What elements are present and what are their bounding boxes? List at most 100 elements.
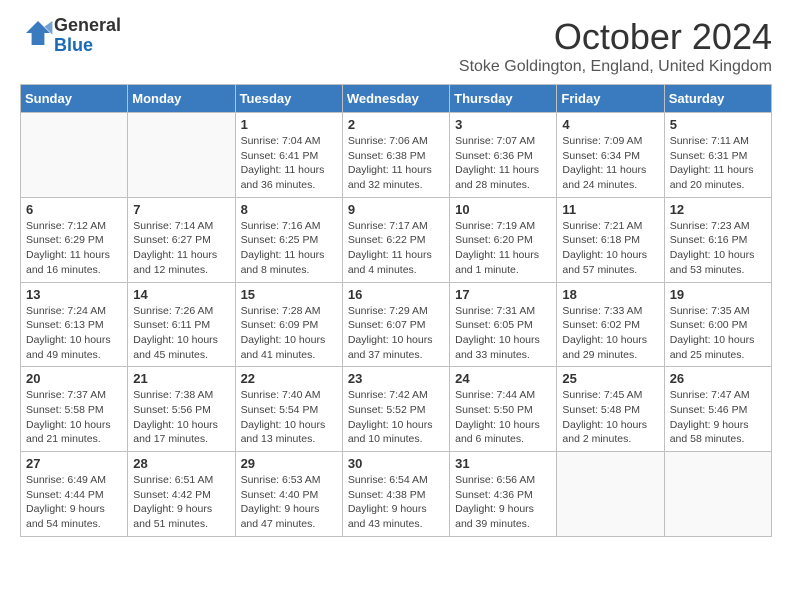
calendar-week-row: 20Sunrise: 7:37 AM Sunset: 5:58 PM Dayli… bbox=[21, 367, 772, 452]
day-of-week-header: Sunday bbox=[21, 85, 128, 113]
calendar-cell: 2Sunrise: 7:06 AM Sunset: 6:38 PM Daylig… bbox=[342, 113, 449, 198]
calendar-cell: 21 Sunrise: 7:38 AM Sunset: 5:56 PM Dayli… bbox=[128, 367, 235, 452]
day-number: 23 bbox=[348, 371, 444, 386]
day-of-week-header: Tuesday bbox=[235, 85, 342, 113]
calendar-week-row: 13 Sunrise: 7:24 AM Sunset: 6:13 PM Dayli… bbox=[21, 282, 772, 367]
day-number: 8 bbox=[241, 202, 337, 217]
day-info: Sunrise: 7:28 AM Sunset: 6:09 PM Dayligh… bbox=[241, 304, 337, 363]
calendar-cell bbox=[128, 113, 235, 198]
day-info: Sunrise: 7:17 AM Sunset: 6:22 PM Dayligh… bbox=[348, 219, 444, 278]
day-number: 1 bbox=[241, 117, 337, 132]
calendar-cell: 6Sunrise: 7:12 AM Sunset: 6:29 PM Daylig… bbox=[21, 197, 128, 282]
calendar-cell: 7 Sunrise: 7:14 AM Sunset: 6:27 PM Daylig… bbox=[128, 197, 235, 282]
calendar-cell: 25Sunrise: 7:45 AM Sunset: 5:48 PM Dayli… bbox=[557, 367, 664, 452]
day-number: 4 bbox=[562, 117, 658, 132]
day-info: Sunrise: 7:35 AM Sunset: 6:00 PM Dayligh… bbox=[670, 304, 766, 363]
day-number: 27 bbox=[26, 456, 122, 471]
day-info: Sunrise: 7:29 AM Sunset: 6:07 PM Dayligh… bbox=[348, 304, 444, 363]
day-info: Sunrise: 7:40 AM Sunset: 5:54 PM Dayligh… bbox=[241, 388, 337, 447]
day-number: 5 bbox=[670, 117, 766, 132]
day-info: Sunrise: 7:04 AM Sunset: 6:41 PM Dayligh… bbox=[241, 134, 337, 193]
day-number: 29 bbox=[241, 456, 337, 471]
day-number: 22 bbox=[241, 371, 337, 386]
logo-blue-text: Blue bbox=[54, 35, 93, 55]
day-info: Sunrise: 7:07 AM Sunset: 6:36 PM Dayligh… bbox=[455, 134, 551, 193]
calendar-cell: 5Sunrise: 7:11 AM Sunset: 6:31 PM Daylig… bbox=[664, 113, 771, 198]
calendar-cell bbox=[664, 452, 771, 537]
calendar-cell: 11Sunrise: 7:21 AM Sunset: 6:18 PM Dayli… bbox=[557, 197, 664, 282]
day-info: Sunrise: 6:49 AM Sunset: 4:44 PM Dayligh… bbox=[26, 473, 122, 532]
day-info: Sunrise: 7:31 AM Sunset: 6:05 PM Dayligh… bbox=[455, 304, 551, 363]
day-info: Sunrise: 6:54 AM Sunset: 4:38 PM Dayligh… bbox=[348, 473, 444, 532]
day-info: Sunrise: 6:51 AM Sunset: 4:42 PM Dayligh… bbox=[133, 473, 229, 532]
day-info: Sunrise: 7:33 AM Sunset: 6:02 PM Dayligh… bbox=[562, 304, 658, 363]
calendar-cell: 4 Sunrise: 7:09 AM Sunset: 6:34 PM Daylig… bbox=[557, 113, 664, 198]
day-number: 15 bbox=[241, 287, 337, 302]
calendar-cell: 31 Sunrise: 6:56 AM Sunset: 4:36 PM Dayli… bbox=[450, 452, 557, 537]
calendar-cell: 13 Sunrise: 7:24 AM Sunset: 6:13 PM Dayli… bbox=[21, 282, 128, 367]
calendar-cell: 14 Sunrise: 7:26 AM Sunset: 6:11 PM Dayli… bbox=[128, 282, 235, 367]
logo-icon bbox=[22, 17, 54, 49]
day-of-week-header: Saturday bbox=[664, 85, 771, 113]
calendar-cell: 3 Sunrise: 7:07 AM Sunset: 6:36 PM Daylig… bbox=[450, 113, 557, 198]
day-number: 10 bbox=[455, 202, 551, 217]
calendar-table: SundayMondayTuesdayWednesdayThursdayFrid… bbox=[20, 84, 772, 537]
calendar-cell: 30 Sunrise: 6:54 AM Sunset: 4:38 PM Dayli… bbox=[342, 452, 449, 537]
day-number: 21 bbox=[133, 371, 229, 386]
calendar-cell: 9 Sunrise: 7:17 AM Sunset: 6:22 PM Daylig… bbox=[342, 197, 449, 282]
location-subtitle: Stoke Goldington, England, United Kingdo… bbox=[459, 58, 772, 76]
day-of-week-header: Wednesday bbox=[342, 85, 449, 113]
calendar-cell: 23 Sunrise: 7:42 AM Sunset: 5:52 PM Dayli… bbox=[342, 367, 449, 452]
day-info: Sunrise: 7:14 AM Sunset: 6:27 PM Dayligh… bbox=[133, 219, 229, 278]
logo-general-text: General bbox=[54, 15, 121, 35]
day-info: Sunrise: 7:45 AM Sunset: 5:48 PM Dayligh… bbox=[562, 388, 658, 447]
day-info: Sunrise: 7:12 AM Sunset: 6:29 PM Dayligh… bbox=[26, 219, 122, 278]
day-number: 31 bbox=[455, 456, 551, 471]
calendar-week-row: 1 Sunrise: 7:04 AM Sunset: 6:41 PM Daylig… bbox=[21, 113, 772, 198]
day-number: 9 bbox=[348, 202, 444, 217]
day-of-week-header: Monday bbox=[128, 85, 235, 113]
calendar-cell: 15 Sunrise: 7:28 AM Sunset: 6:09 PM Dayli… bbox=[235, 282, 342, 367]
day-number: 3 bbox=[455, 117, 551, 132]
day-number: 30 bbox=[348, 456, 444, 471]
day-info: Sunrise: 7:42 AM Sunset: 5:52 PM Dayligh… bbox=[348, 388, 444, 447]
calendar-cell: 8 Sunrise: 7:16 AM Sunset: 6:25 PM Daylig… bbox=[235, 197, 342, 282]
calendar-cell: 27 Sunrise: 6:49 AM Sunset: 4:44 PM Dayli… bbox=[21, 452, 128, 537]
day-info: Sunrise: 7:16 AM Sunset: 6:25 PM Dayligh… bbox=[241, 219, 337, 278]
calendar-week-row: 27 Sunrise: 6:49 AM Sunset: 4:44 PM Dayli… bbox=[21, 452, 772, 537]
day-info: Sunrise: 7:47 AM Sunset: 5:46 PM Dayligh… bbox=[670, 388, 766, 447]
day-info: Sunrise: 7:19 AM Sunset: 6:20 PM Dayligh… bbox=[455, 219, 551, 278]
day-info: Sunrise: 7:26 AM Sunset: 6:11 PM Dayligh… bbox=[133, 304, 229, 363]
day-info: Sunrise: 7:23 AM Sunset: 6:16 PM Dayligh… bbox=[670, 219, 766, 278]
calendar-week-row: 6Sunrise: 7:12 AM Sunset: 6:29 PM Daylig… bbox=[21, 197, 772, 282]
day-number: 2 bbox=[348, 117, 444, 132]
calendar-cell: 16 Sunrise: 7:29 AM Sunset: 6:07 PM Dayli… bbox=[342, 282, 449, 367]
day-info: Sunrise: 7:09 AM Sunset: 6:34 PM Dayligh… bbox=[562, 134, 658, 193]
day-number: 11 bbox=[562, 202, 658, 217]
calendar-cell: 19 Sunrise: 7:35 AM Sunset: 6:00 PM Dayli… bbox=[664, 282, 771, 367]
day-info: Sunrise: 7:24 AM Sunset: 6:13 PM Dayligh… bbox=[26, 304, 122, 363]
day-info: Sunrise: 6:56 AM Sunset: 4:36 PM Dayligh… bbox=[455, 473, 551, 532]
day-number: 16 bbox=[348, 287, 444, 302]
calendar-cell bbox=[21, 113, 128, 198]
calendar-cell bbox=[557, 452, 664, 537]
day-number: 19 bbox=[670, 287, 766, 302]
day-of-week-header: Thursday bbox=[450, 85, 557, 113]
day-info: Sunrise: 7:38 AM Sunset: 5:56 PM Dayligh… bbox=[133, 388, 229, 447]
day-number: 20 bbox=[26, 371, 122, 386]
day-number: 17 bbox=[455, 287, 551, 302]
calendar-cell: 28Sunrise: 6:51 AM Sunset: 4:42 PM Dayli… bbox=[128, 452, 235, 537]
calendar-cell: 29 Sunrise: 6:53 AM Sunset: 4:40 PM Dayli… bbox=[235, 452, 342, 537]
calendar-cell: 24Sunrise: 7:44 AM Sunset: 5:50 PM Dayli… bbox=[450, 367, 557, 452]
day-number: 7 bbox=[133, 202, 229, 217]
calendar-cell: 20Sunrise: 7:37 AM Sunset: 5:58 PM Dayli… bbox=[21, 367, 128, 452]
day-info: Sunrise: 6:53 AM Sunset: 4:40 PM Dayligh… bbox=[241, 473, 337, 532]
day-number: 13 bbox=[26, 287, 122, 302]
calendar-header-row: SundayMondayTuesdayWednesdayThursdayFrid… bbox=[21, 85, 772, 113]
day-of-week-header: Friday bbox=[557, 85, 664, 113]
calendar-cell: 17 Sunrise: 7:31 AM Sunset: 6:05 PM Dayli… bbox=[450, 282, 557, 367]
title-block: October 2024 Stoke Goldington, England, … bbox=[459, 16, 772, 76]
calendar-cell: 12Sunrise: 7:23 AM Sunset: 6:16 PM Dayli… bbox=[664, 197, 771, 282]
day-number: 14 bbox=[133, 287, 229, 302]
day-number: 24 bbox=[455, 371, 551, 386]
